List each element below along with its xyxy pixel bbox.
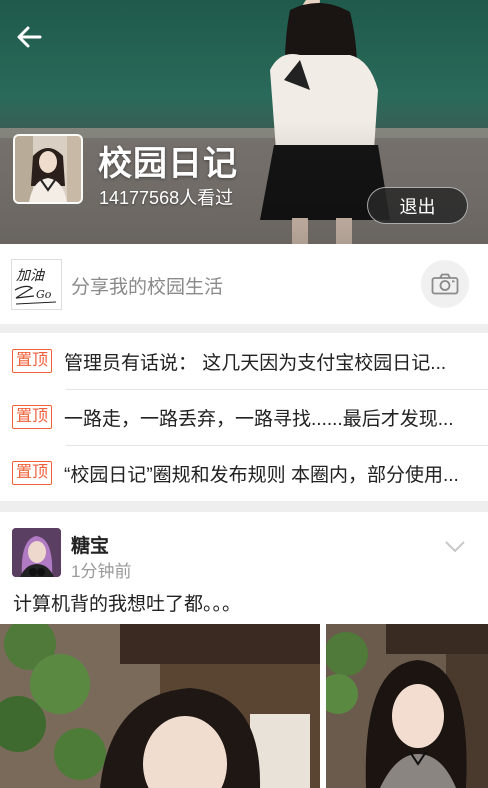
user-avatar: 加油 Go — [11, 259, 62, 310]
pinned-item[interactable]: 置顶 管理员有话说： 这几天因为支付宝校园日记... — [0, 333, 488, 389]
group-title: 校园日记 — [98, 145, 238, 183]
post-author-avatar[interactable] — [12, 528, 61, 577]
pinned-list: 置顶 管理员有话说： 这几天因为支付宝校园日记... 置顶 一路走，一路丢弃，一… — [0, 333, 488, 501]
post-timestamp: 1分钟前 — [71, 562, 132, 581]
handwritten-logo: 加油 Go — [12, 260, 61, 309]
post-card: 糖宝 1分钟前 计算机背的我想吐了都。。。 — [0, 512, 488, 788]
post-author-name[interactable]: 糖宝 — [71, 531, 109, 558]
logo-text-bottom: Go — [36, 288, 52, 301]
camera-icon — [431, 273, 459, 295]
logo-text-top: 加油 — [16, 268, 46, 284]
group-avatar — [13, 134, 83, 204]
post-author-avatar-image — [12, 528, 61, 577]
pinned-item-text: 一路走，一路丢弃，一路寻找......最后才发现... — [64, 408, 454, 430]
exit-button[interactable]: 退出 — [367, 187, 468, 224]
group-avatar-image — [15, 136, 81, 202]
pinned-badge: 置顶 — [12, 461, 53, 485]
pinned-item-text: “校园日记”圈规和发布规则 本圈内，部分使用... — [64, 464, 459, 486]
pinned-badge: 置顶 — [12, 349, 53, 373]
section-divider — [0, 501, 488, 512]
view-count: 14177568人看过 — [99, 188, 234, 208]
section-divider — [0, 324, 488, 333]
group-header: 校园日记 14177568人看过 退出 — [0, 0, 488, 244]
post-photo-image — [326, 624, 488, 788]
share-input[interactable]: 分享我的校园生活 — [71, 272, 223, 299]
chevron-down-icon[interactable] — [444, 540, 466, 554]
arrow-left-icon — [17, 26, 42, 48]
post-content: 计算机背的我想吐了都。。。 — [13, 594, 242, 615]
share-bar: 加油 Go 分享我的校园生活 — [0, 244, 488, 324]
post-photo[interactable] — [0, 624, 320, 788]
pinned-badge: 置顶 — [12, 405, 53, 429]
pinned-item[interactable]: 置顶 一路走，一路丢弃，一路寻找......最后才发现... — [0, 389, 488, 445]
pinned-item[interactable]: 置顶 “校园日记”圈规和发布规则 本圈内，部分使用... — [0, 445, 488, 501]
camera-button[interactable] — [421, 260, 469, 308]
post-photo-image — [0, 624, 320, 788]
back-button[interactable] — [10, 18, 48, 56]
post-photo[interactable] — [326, 624, 488, 788]
pinned-item-text: 管理员有话说： 这几天因为支付宝校园日记... — [64, 352, 447, 374]
